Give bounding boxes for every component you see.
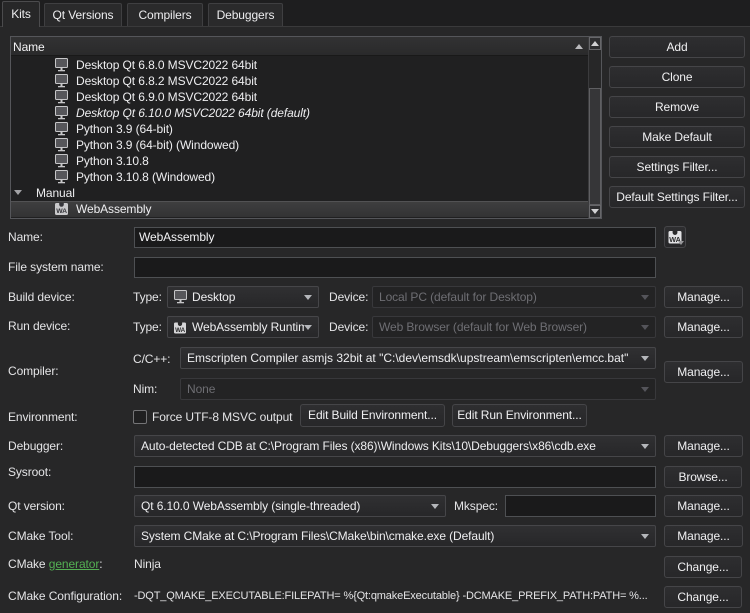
svg-text:WA: WA (175, 327, 185, 334)
svg-text:WA: WA (56, 208, 67, 215)
